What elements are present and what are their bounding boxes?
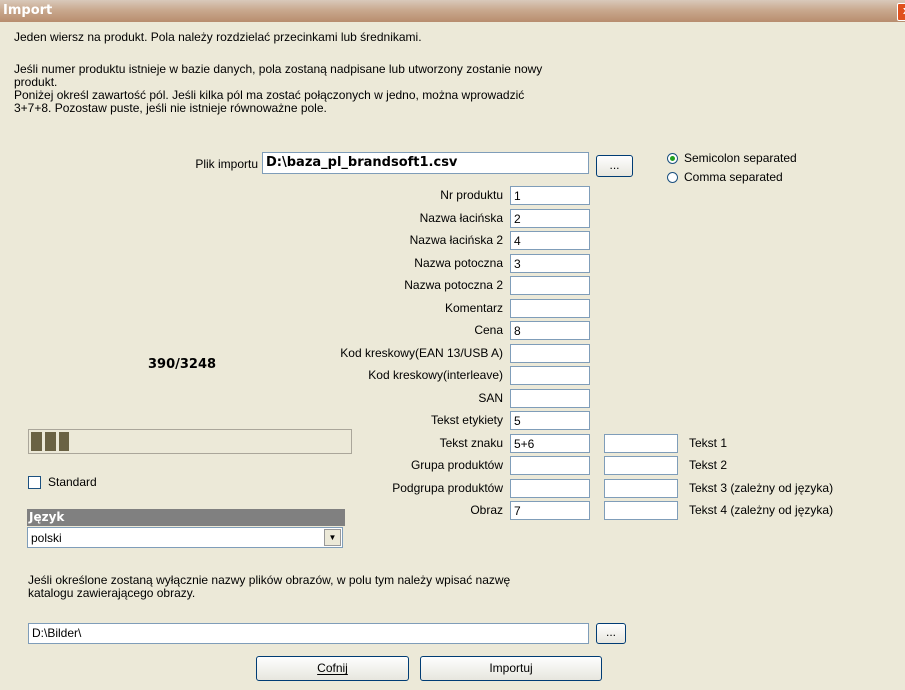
- field-label: Nazwa potoczna: [414, 256, 503, 270]
- language-select[interactable]: polski ▼: [27, 527, 343, 548]
- text-input[interactable]: [604, 501, 678, 520]
- cancel-button-label: Cofnij: [317, 661, 348, 675]
- title-bar: Import x: [0, 0, 905, 22]
- field-input[interactable]: 1: [510, 186, 590, 205]
- field-label: Nazwa łacińska: [419, 211, 503, 225]
- field-label: Kod kreskowy(interleave): [368, 368, 503, 382]
- import-button[interactable]: Importuj: [420, 656, 602, 681]
- field-input[interactable]: [510, 479, 590, 498]
- field-label: Cena: [474, 323, 503, 337]
- images-path-input[interactable]: D:\Bilder\: [28, 623, 589, 644]
- field-label: Podgrupa produktów: [392, 481, 503, 495]
- field-input[interactable]: 5+6: [510, 434, 590, 453]
- field-label: Grupa produktów: [410, 458, 503, 472]
- field-input[interactable]: [510, 299, 590, 318]
- images-note-line-2: katalogu zawierającego obrazy.: [28, 586, 196, 600]
- field-input[interactable]: 4: [510, 231, 590, 250]
- text-input[interactable]: [604, 456, 678, 475]
- import-dialog: Import x Jeden wiersz na produkt. Pola n…: [0, 0, 905, 690]
- field-label: SAN: [478, 391, 503, 405]
- instruction-line-1: Jeden wiersz na produkt. Pola należy roz…: [14, 30, 422, 44]
- field-input[interactable]: [510, 366, 590, 385]
- text-label: Tekst 1: [689, 436, 728, 450]
- cancel-button[interactable]: Cofnij: [256, 656, 409, 681]
- text-input[interactable]: [604, 479, 678, 498]
- field-label: Nazwa łacińska 2: [409, 233, 503, 247]
- instruction-line-2a: Jeśli numer produktu istnieje w bazie da…: [14, 62, 543, 76]
- field-label: Nr produktu: [440, 188, 503, 202]
- field-label: Tekst etykiety: [430, 413, 503, 427]
- field-label: Kod kreskowy(EAN 13/USB A): [340, 346, 503, 360]
- semicolon-label: Semicolon separated: [684, 151, 797, 165]
- language-header: Język: [27, 509, 345, 526]
- text-input[interactable]: [604, 434, 678, 453]
- progress-bar: [28, 429, 352, 454]
- instruction-line-3b: 3+7+8. Pozostaw puste, jeśli nie istniej…: [14, 101, 327, 115]
- field-input[interactable]: [510, 344, 590, 363]
- window-title: Import: [3, 3, 53, 18]
- field-input[interactable]: 5: [510, 411, 590, 430]
- progress-count: 390/3248: [148, 357, 217, 372]
- field-input[interactable]: [510, 276, 590, 295]
- import-file-label: Plik importu: [195, 157, 258, 171]
- chevron-down-icon[interactable]: ▼: [324, 529, 341, 546]
- images-browse-button[interactable]: ...: [596, 623, 626, 644]
- comma-label: Comma separated: [684, 170, 783, 184]
- semicolon-radio[interactable]: [667, 153, 678, 164]
- progress-fill: [31, 432, 69, 451]
- text-label: Tekst 2: [689, 458, 728, 472]
- text-label: Tekst 4 (zależny od języka): [689, 503, 834, 517]
- close-icon[interactable]: x: [897, 3, 905, 21]
- field-label: Nazwa potoczna 2: [404, 278, 503, 292]
- field-input[interactable]: 7: [510, 501, 590, 520]
- import-file-browse-button[interactable]: ...: [596, 155, 633, 177]
- import-file-input[interactable]: D:\baza_pl_brandsoft1.csv: [262, 152, 589, 174]
- standard-checkbox[interactable]: [28, 476, 41, 489]
- field-input[interactable]: [510, 456, 590, 475]
- field-label: Komentarz: [444, 301, 503, 315]
- standard-label: Standard: [48, 475, 97, 489]
- comma-radio[interactable]: [667, 172, 678, 183]
- field-input[interactable]: 8: [510, 321, 590, 340]
- field-input[interactable]: [510, 389, 590, 408]
- text-label: Tekst 3 (zależny od języka): [689, 481, 834, 495]
- field-input[interactable]: 3: [510, 254, 590, 273]
- language-selected-value: polski: [31, 531, 62, 545]
- field-input[interactable]: 2: [510, 209, 590, 228]
- import-button-label: Importuj: [489, 661, 533, 675]
